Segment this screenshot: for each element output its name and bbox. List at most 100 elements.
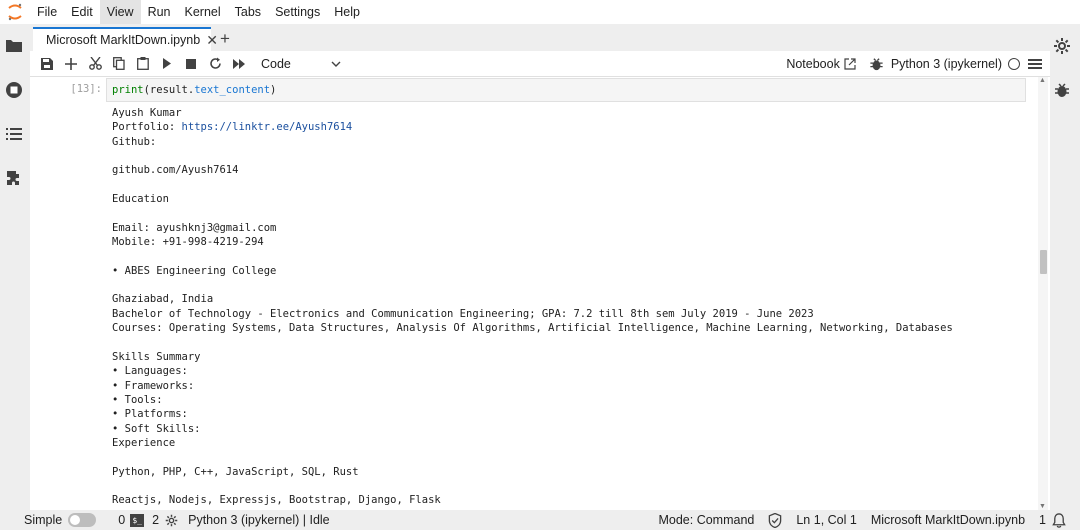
code-cell-input[interactable]: print(result.text_content) bbox=[106, 78, 1026, 102]
tab-notebook[interactable]: Microsoft MarkItDown.ipynb ✕ bbox=[33, 27, 218, 51]
chevron-down-icon bbox=[331, 61, 341, 67]
output-line: • Platforms: bbox=[112, 408, 188, 421]
fast-forward-icon[interactable] bbox=[227, 52, 251, 76]
output-text: Portfolio: bbox=[112, 121, 182, 134]
terminal-icon: $_ bbox=[130, 513, 145, 527]
cell-type-label: Code bbox=[261, 56, 291, 71]
stop-icon[interactable] bbox=[179, 52, 203, 76]
scroll-up-icon[interactable]: ▲ bbox=[1039, 77, 1046, 84]
save-icon[interactable] bbox=[35, 52, 59, 76]
menu-tabs[interactable]: Tabs bbox=[228, 0, 268, 24]
cell-output: Ayush Kumar Portfolio: https://linktr.ee/… bbox=[112, 106, 1012, 508]
code-attribute: text_content bbox=[194, 84, 271, 96]
menu-view[interactable]: View bbox=[99, 0, 141, 24]
kernel-idle-icon bbox=[1008, 58, 1020, 70]
terminals-indicator[interactable]: 0 $_ bbox=[118, 513, 145, 527]
menu-kernel[interactable]: Kernel bbox=[178, 0, 228, 24]
output-line: Experience bbox=[112, 436, 176, 449]
kernels-indicator[interactable]: 2 bbox=[152, 513, 178, 527]
output-line: Bachelor of Technology - Electronics and… bbox=[112, 307, 814, 320]
menu-help[interactable]: Help bbox=[327, 0, 367, 24]
copy-icon[interactable] bbox=[107, 52, 131, 76]
cell-prompt: [13]: bbox=[70, 83, 102, 95]
tab-bar: Microsoft MarkItDown.ipynb ✕ + bbox=[30, 24, 1050, 51]
cell-code: print(result.text_content) bbox=[112, 84, 276, 96]
current-file-name: Microsoft MarkItDown.ipynb bbox=[870, 513, 1026, 527]
add-tab-button[interactable]: + bbox=[213, 27, 237, 51]
menu-run[interactable]: Run bbox=[141, 0, 178, 24]
scrollbar-thumb[interactable] bbox=[1040, 250, 1047, 275]
menu-bar: File Edit View Run Kernel Tabs Settings Help bbox=[0, 0, 1080, 24]
output-line: • Languages: bbox=[112, 365, 188, 378]
notebook-link-label: Notebook bbox=[786, 57, 840, 71]
menu-settings[interactable]: Settings bbox=[268, 0, 327, 24]
notebook-toolbar: Code Notebook Python 3 (ipykernel) bbox=[30, 51, 1050, 77]
output-line: Skills Summary bbox=[112, 350, 201, 363]
output-line: Ghaziabad, India bbox=[112, 293, 214, 306]
simple-mode-label: Simple bbox=[24, 513, 63, 527]
menu-edit[interactable]: Edit bbox=[64, 0, 100, 24]
paste-icon[interactable] bbox=[131, 52, 155, 76]
table-of-contents-icon[interactable] bbox=[4, 124, 24, 144]
output-line: Mobile: +91-998-4219-294 bbox=[112, 236, 264, 249]
code-args: (result. bbox=[143, 84, 195, 96]
simple-mode-toggle[interactable] bbox=[68, 513, 97, 527]
output-line: • Tools: bbox=[112, 393, 163, 406]
add-cell-icon[interactable] bbox=[59, 52, 83, 76]
status-bar: Simple 0 $_ 2 Python 3 (ipykernel) | Idl… bbox=[0, 510, 1080, 530]
terminal-count: 0 bbox=[118, 513, 126, 527]
folder-icon[interactable] bbox=[4, 36, 24, 56]
output-link[interactable]: https://linktr.ee/Ayush7614 bbox=[182, 121, 353, 133]
output-line: Reactjs, Nodejs, Expressjs, Bootstrap, D… bbox=[112, 494, 441, 507]
cut-icon[interactable] bbox=[83, 52, 107, 76]
code-close: ) bbox=[270, 84, 277, 96]
output-line: Courses: Operating Systems, Data Structu… bbox=[112, 322, 953, 335]
output-line: • ABES Engineering College bbox=[112, 264, 277, 277]
output-line: • Soft Skills: bbox=[112, 422, 201, 435]
output-line: Email: ayushknj3@gmail.com bbox=[112, 221, 277, 234]
open-notebook-button[interactable]: Notebook bbox=[786, 57, 856, 71]
run-icon[interactable] bbox=[155, 52, 179, 76]
cursor-position[interactable]: Ln 1, Col 1 bbox=[796, 513, 856, 527]
output-line: • Frameworks: bbox=[112, 379, 195, 392]
left-sidebar bbox=[0, 24, 28, 510]
output-line: Python, PHP, C++, JavaScript, SQL, Rust bbox=[112, 465, 359, 478]
output-line: Education bbox=[112, 193, 169, 206]
kernel-status-text[interactable]: Python 3 (ipykernel) | Idle bbox=[188, 513, 330, 527]
scroll-down-icon[interactable]: ▼ bbox=[1039, 503, 1046, 510]
bell-icon[interactable] bbox=[1052, 512, 1066, 528]
output-line: Portfolio: https://linktr.ee/Ayush7614 bbox=[112, 120, 1012, 134]
cell-type-dropdown[interactable]: Code bbox=[261, 54, 341, 74]
notification-count: 1 bbox=[1039, 513, 1046, 527]
property-inspector-icon[interactable] bbox=[1052, 36, 1072, 56]
menu-icon[interactable] bbox=[1028, 57, 1042, 71]
notebook-panel: Microsoft MarkItDown.ipynb ✕ + Code Note… bbox=[30, 24, 1050, 510]
running-kernels-icon[interactable] bbox=[4, 80, 24, 100]
jupyter-logo-icon bbox=[0, 0, 30, 24]
mode-indicator: Mode: Command bbox=[658, 513, 755, 527]
shield-check-icon[interactable] bbox=[768, 512, 782, 528]
kernel-gear-icon bbox=[165, 514, 178, 526]
output-line: Github: bbox=[112, 135, 157, 148]
bug-icon[interactable] bbox=[870, 57, 883, 71]
code-function: print bbox=[112, 84, 144, 96]
extension-manager-icon[interactable] bbox=[4, 168, 24, 188]
menu-file[interactable]: File bbox=[30, 0, 64, 24]
output-line: Ayush Kumar bbox=[112, 107, 182, 119]
kernel-name-button[interactable]: Python 3 (ipykernel) bbox=[891, 57, 1002, 71]
restart-icon[interactable] bbox=[203, 52, 227, 76]
scrollbar[interactable]: ▲ ▼ bbox=[1038, 77, 1048, 510]
notebook-content: [13]: print(result.text_content) Ayush K… bbox=[30, 77, 1050, 510]
output-line: github.com/Ayush7614 bbox=[112, 164, 239, 177]
kernel-count: 2 bbox=[152, 513, 160, 527]
debugger-icon[interactable] bbox=[1052, 80, 1072, 100]
tab-label: Microsoft MarkItDown.ipynb bbox=[46, 33, 201, 47]
